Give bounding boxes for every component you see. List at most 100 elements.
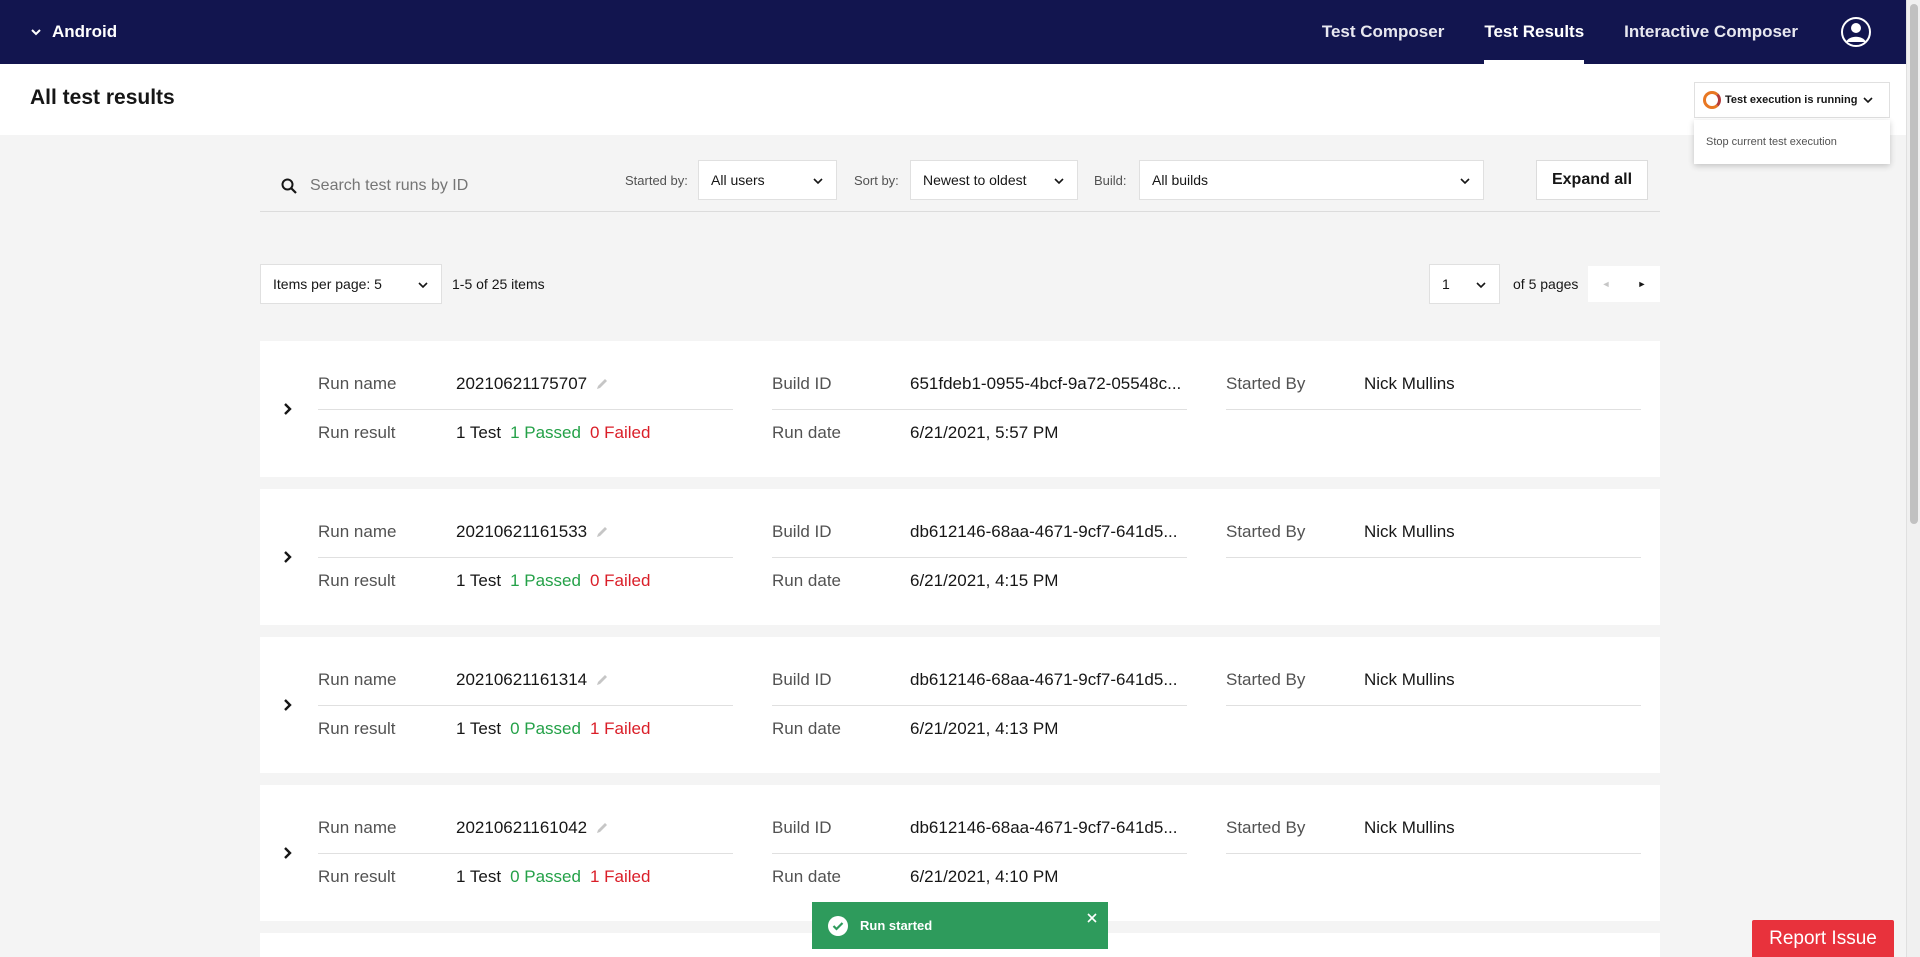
run-date-value: 6/21/2021, 5:57 PM — [910, 423, 1059, 442]
chevron-right-icon[interactable] — [278, 547, 298, 567]
run-result-label: Run result — [318, 571, 396, 590]
failed-count: 1 Failed — [589, 867, 651, 886]
items-per-page-value: Items per page: 5 — [273, 276, 382, 292]
run-name-label: Run name — [318, 522, 397, 541]
run-date-label: Run date — [772, 867, 841, 886]
passed-count: 1 Passed — [510, 423, 581, 442]
page-header: All test results — [0, 64, 1906, 135]
run-date-value: 6/21/2021, 4:15 PM — [910, 571, 1059, 590]
chevron-right-icon[interactable] — [278, 843, 298, 863]
build-label: Build: — [1094, 172, 1127, 188]
checkmark-circle-icon — [828, 915, 848, 936]
run-result-value: 1 Test 0 Passed 1 Failed — [456, 867, 659, 887]
edit-pencil-icon[interactable] — [595, 525, 609, 539]
next-page-button[interactable]: ► — [1624, 266, 1660, 302]
chevron-down-icon — [418, 282, 428, 289]
build-id-value: 651fdeb1-0955-4bcf-9a72-05548c... — [910, 374, 1182, 393]
caret-left-icon: ◄ — [1601, 279, 1611, 289]
build-id-label: Build ID — [772, 374, 832, 393]
test-run-card: Run name 20210621161042 Run result 1 Tes… — [260, 785, 1660, 921]
build-select[interactable]: All builds — [1139, 160, 1484, 200]
run-name-label: Run name — [318, 670, 397, 689]
edit-pencil-icon[interactable] — [595, 673, 609, 687]
items-per-page-select[interactable]: Items per page: 5 — [260, 264, 442, 304]
started-by-label: Started By — [1226, 818, 1306, 837]
started-by-value: All users — [711, 172, 765, 188]
started-by-value: Nick Mullins — [1364, 670, 1455, 689]
previous-page-button[interactable]: ◄ — [1588, 266, 1624, 302]
chevron-right-icon[interactable] — [278, 399, 298, 419]
running-status-text: Test execution is running — [1725, 94, 1858, 106]
filter-bar: Started by: All users Sort by: Newest to… — [260, 160, 1660, 212]
close-icon[interactable] — [1086, 912, 1098, 924]
started-by-value: Nick Mullins — [1364, 522, 1455, 541]
run-result-label: Run result — [318, 867, 396, 886]
run-started-toast: Run started — [812, 902, 1108, 949]
items-range: 1-5 of 25 items — [452, 276, 545, 292]
report-issue-button[interactable]: Report Issue — [1752, 920, 1894, 957]
run-result-value: 1 Test 1 Passed 0 Failed — [456, 423, 659, 443]
build-id-label: Build ID — [772, 670, 832, 689]
user-avatar-icon[interactable] — [1840, 16, 1872, 48]
started-by-label: Started By — [1226, 522, 1306, 541]
nav-test-composer[interactable]: Test Composer — [1302, 0, 1465, 64]
edit-pencil-icon[interactable] — [595, 821, 609, 835]
run-name-value: 20210621161533 — [456, 522, 588, 541]
build-id-value: db612146-68aa-4671-9cf7-641d5... — [910, 670, 1178, 689]
started-by-value: Nick Mullins — [1364, 374, 1455, 393]
run-name-value: 20210621161314 — [456, 670, 588, 689]
run-result-value: 1 Test 1 Passed 0 Failed — [456, 571, 659, 591]
main-nav: Test Composer Test Results Interactive C… — [1302, 0, 1906, 64]
chevron-down-icon — [813, 178, 823, 185]
chevron-down-icon — [1054, 178, 1064, 185]
run-date-label: Run date — [772, 719, 841, 738]
build-id-value: db612146-68aa-4671-9cf7-641d5... — [910, 522, 1178, 541]
project-name: Android — [52, 22, 118, 41]
nav-test-results[interactable]: Test Results — [1464, 0, 1604, 64]
project-switcher[interactable]: Android — [30, 22, 117, 42]
test-run-card: Run name 20210621161533 Run result 1 Tes… — [260, 489, 1660, 625]
run-date-label: Run date — [772, 423, 841, 442]
sort-by-select[interactable]: Newest to oldest — [910, 160, 1078, 200]
run-name-value: 20210621175707 — [456, 374, 588, 393]
run-result-value: 1 Test 0 Passed 1 Failed — [456, 719, 659, 739]
build-id-label: Build ID — [772, 522, 832, 541]
nav-interactive-composer[interactable]: Interactive Composer — [1604, 0, 1818, 64]
total-pages: of 5 pages — [1513, 276, 1579, 292]
top-navigation-bar: Android Test Composer Test Results Inter… — [0, 0, 1906, 64]
run-name-label: Run name — [318, 818, 397, 837]
passed-count: 0 Passed — [510, 867, 581, 886]
run-name-value: 20210621161042 — [456, 818, 588, 837]
run-date-value: 6/21/2021, 4:10 PM — [910, 867, 1059, 886]
failed-count: 0 Failed — [589, 423, 651, 442]
page-title: All test results — [30, 86, 175, 109]
scrollbar-thumb[interactable] — [1910, 4, 1918, 524]
chevron-right-icon[interactable] — [278, 695, 298, 715]
run-name-label: Run name — [318, 374, 397, 393]
search-icon — [281, 178, 297, 194]
search-box — [280, 168, 580, 204]
build-id-label: Build ID — [772, 818, 832, 837]
test-execution-status-dropdown[interactable]: Test execution is running — [1694, 82, 1890, 118]
build-value: All builds — [1152, 172, 1209, 188]
started-by-label: Started By — [1226, 670, 1306, 689]
test-count: 1 Test — [456, 719, 502, 738]
started-by-value: Nick Mullins — [1364, 818, 1455, 837]
sort-by-label: Sort by: — [854, 172, 899, 188]
test-count: 1 Test — [456, 423, 502, 442]
search-input[interactable] — [310, 177, 560, 195]
chevron-down-icon — [1476, 282, 1486, 289]
run-date-label: Run date — [772, 571, 841, 590]
stop-execution-menu-item[interactable]: Stop current test execution — [1694, 120, 1890, 164]
chevron-down-icon — [1863, 97, 1874, 104]
page-scrollbar[interactable] — [1906, 0, 1920, 957]
failed-count: 1 Failed — [589, 719, 651, 738]
sort-by-value: Newest to oldest — [923, 172, 1027, 188]
page-value: 1 — [1442, 276, 1450, 292]
edit-pencil-icon[interactable] — [595, 377, 609, 391]
test-count: 1 Test — [456, 867, 502, 886]
page-select[interactable]: 1 — [1429, 264, 1500, 304]
started-by-select[interactable]: All users — [698, 160, 837, 200]
expand-all-button[interactable]: Expand all — [1536, 160, 1648, 200]
failed-count: 0 Failed — [589, 571, 651, 590]
